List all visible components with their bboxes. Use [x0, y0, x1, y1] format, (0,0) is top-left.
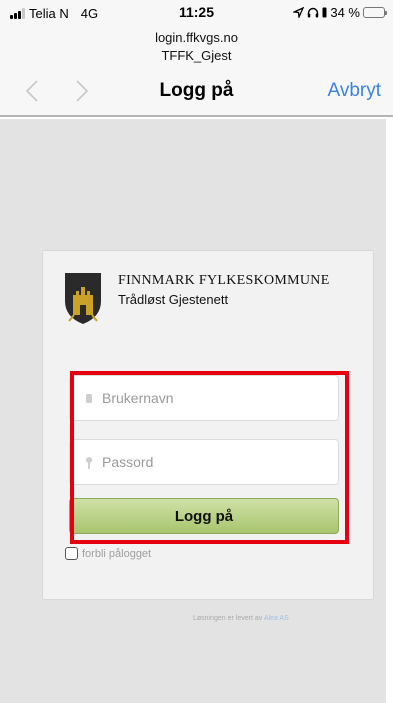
footer-credit: Løsningen er levert av Alea AS — [193, 615, 289, 622]
organization-name: FINNMARK FYLKESKOMMUNE — [118, 273, 330, 288]
remember-checkbox[interactable] — [65, 547, 78, 560]
status-bar: Telia N 4G 11:25 34 % — [0, 0, 393, 30]
password-input[interactable] — [102, 440, 332, 484]
username-input[interactable] — [102, 376, 332, 420]
page-url: login.ffkvgs.no — [155, 30, 238, 45]
page-edge — [386, 119, 393, 703]
headphones-icon — [308, 7, 319, 18]
password-field — [69, 439, 339, 485]
credit-link[interactable]: Alea AS — [264, 615, 289, 622]
network-subtitle: Trådløst Gjestenett — [118, 292, 229, 307]
status-right: 34 % — [293, 5, 387, 20]
network-name: TFFK_Gjest — [161, 48, 232, 63]
key-icon — [86, 457, 92, 469]
cancel-button[interactable]: Avbryt — [327, 80, 381, 102]
credit-text: Løsningen er levert av — [193, 615, 263, 622]
remember-label: forbli pålogget — [82, 547, 152, 560]
portal-header: login.ffkvgs.no TFFK_Gjest Logg på Avbry… — [0, 30, 393, 117]
remember-me[interactable]: forbli pålogget — [65, 547, 151, 560]
user-icon — [86, 394, 92, 403]
location-icon — [293, 7, 305, 18]
login-card: FINNMARK FYLKESKOMMUNE Trådløst Gjestene… — [42, 250, 374, 600]
coat-of-arms-icon — [65, 273, 101, 324]
username-field — [69, 375, 339, 421]
web-page: FINNMARK FYLKESKOMMUNE Trådløst Gjestene… — [0, 119, 393, 703]
battery-percent: 34 % — [330, 5, 360, 20]
login-button[interactable]: Logg på — [69, 498, 339, 534]
orientation-lock-icon — [322, 7, 327, 18]
battery-icon — [363, 7, 387, 18]
